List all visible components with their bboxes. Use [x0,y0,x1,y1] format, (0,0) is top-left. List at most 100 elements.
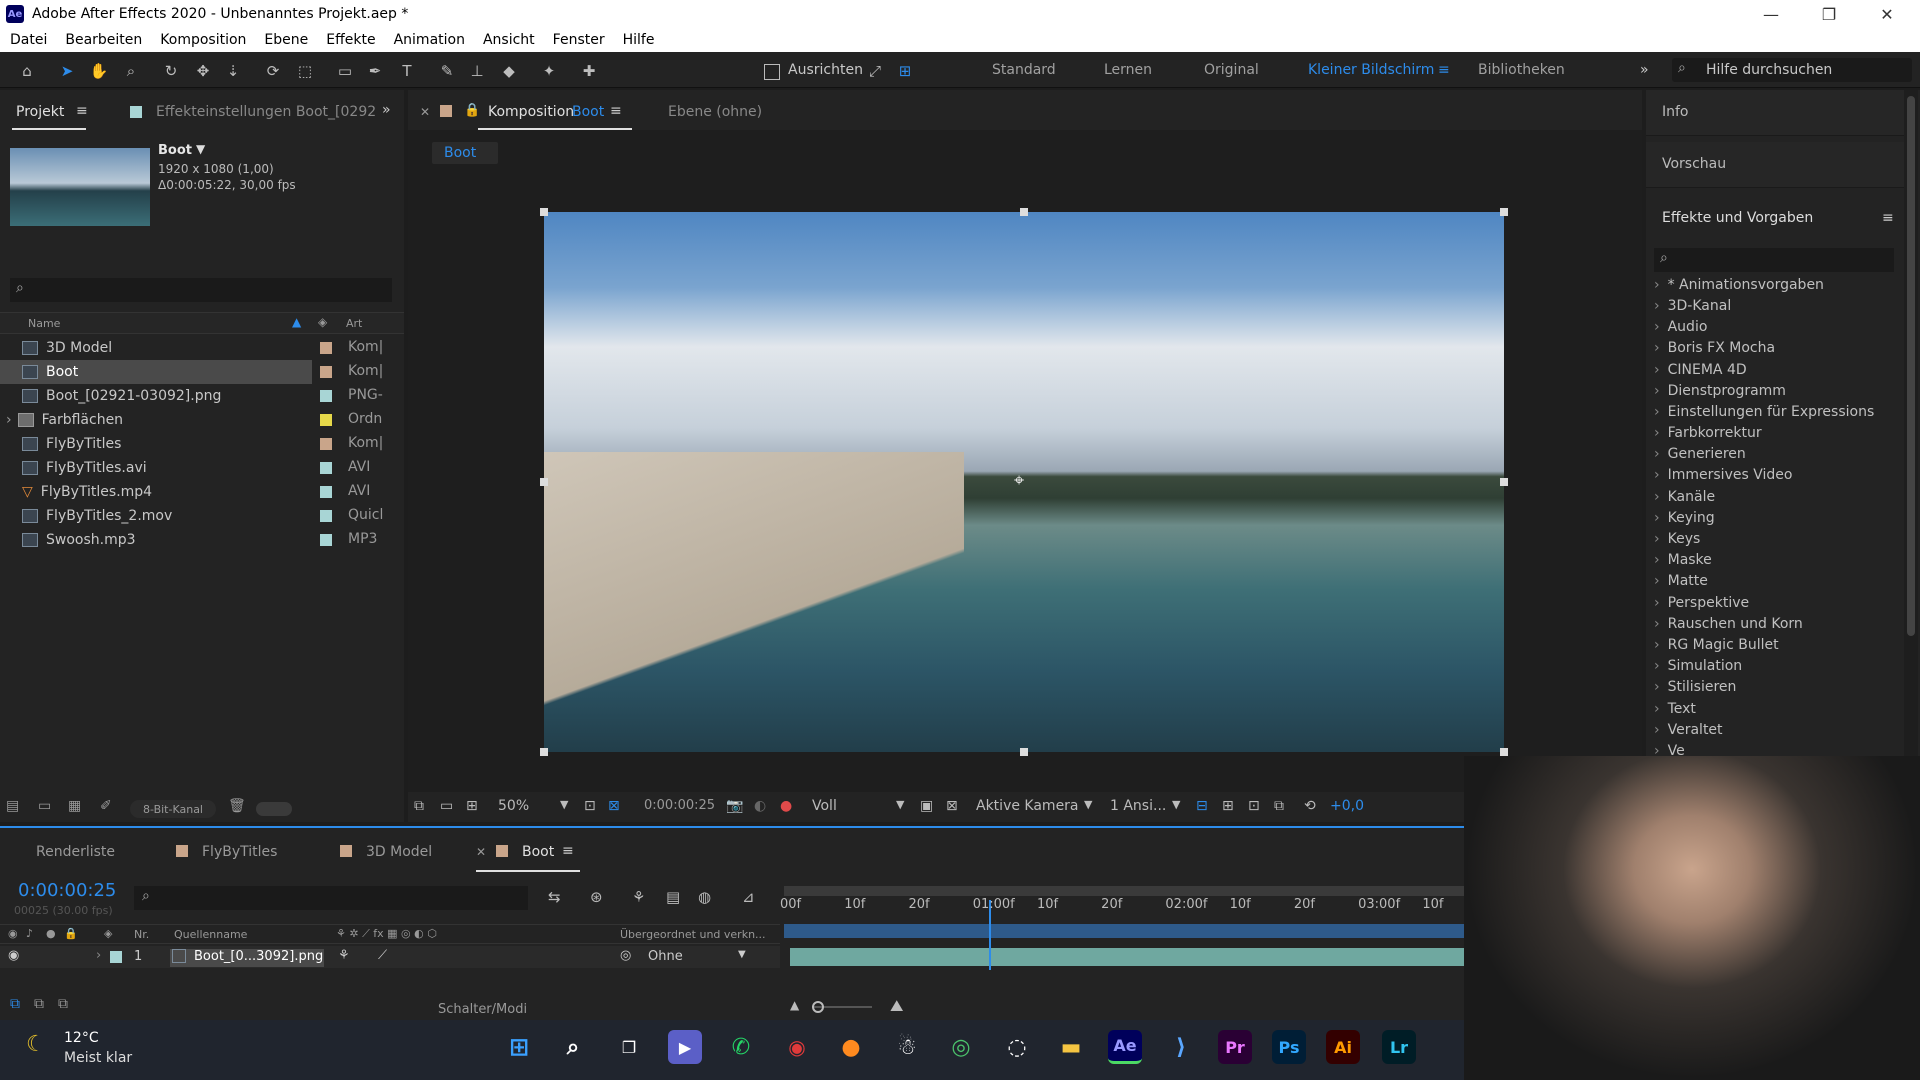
color-channels-icon[interactable]: ● [780,798,792,814]
transform-handle[interactable] [540,748,548,756]
effects-search-input[interactable]: ⌕ [1654,248,1894,272]
close-icon[interactable]: ✕ [1858,0,1916,28]
effect-category[interactable]: Audio [1654,319,1708,335]
list-item[interactable]: FlyByTitles Kom| [0,432,400,456]
menu-ansicht[interactable]: Ansicht [483,32,535,48]
switches-modes-toggle[interactable]: Schalter/Modi [438,1002,527,1017]
effect-category[interactable]: Boris FX Mocha [1654,340,1775,356]
exposure-value[interactable]: +0,0 [1330,798,1364,814]
windows-start-icon[interactable]: ⊞ [502,1030,536,1064]
effect-category[interactable]: Farbkorrektur [1654,425,1762,441]
effect-category[interactable]: Dienstprogramm [1654,383,1786,399]
effect-category[interactable]: Text [1654,701,1696,717]
transform-handle[interactable] [1500,748,1508,756]
trash-icon[interactable]: 🗑 [228,798,246,814]
anchor-point-icon[interactable]: ⌖ [1014,470,1024,491]
monitor-icon[interactable]: ▭ [440,798,453,814]
help-search-field[interactable]: ⌕ Hilfe durchsuchen [1672,58,1912,82]
label-tag-icon[interactable]: ◈ [318,315,327,329]
eye-icon[interactable]: ◉ [8,927,18,940]
eye-icon[interactable]: ◉ [8,948,19,963]
orbit-tool-icon[interactable]: ↻ [160,60,182,82]
graph-editor-icon[interactable]: ⊿ [742,888,755,906]
whatsapp-icon[interactable]: ✆ [724,1030,758,1064]
clone-stamp-icon[interactable]: ⊥ [466,60,488,82]
zoom-slider-thumb[interactable] [812,1001,824,1013]
transform-handle[interactable] [1500,208,1508,216]
menu-bearbeiten[interactable]: Bearbeiten [65,32,142,48]
fit-icon[interactable]: ⊡ [584,798,596,814]
panel-overflow-icon[interactable]: » [382,102,391,118]
chevron-down-icon[interactable]: ▼ [1172,798,1180,811]
mask-visibility-icon[interactable]: ⊠ [946,798,958,814]
more-workspaces-icon[interactable]: » [1640,62,1649,78]
zoom-in-icon[interactable]: ⛰ [890,996,903,1016]
interpret-footage-icon[interactable]: ▤ [6,798,19,814]
vscode-icon[interactable]: ⟩ [1164,1030,1198,1064]
file-explorer-icon[interactable]: ▬ [1054,1030,1088,1064]
timeline-timecode[interactable]: 0:00:00:25 [18,880,116,901]
transform-handle[interactable] [540,208,548,216]
grid-guides-icon[interactable]: ⊞ [466,798,478,814]
parent-select[interactable]: Ohne [648,949,683,964]
pen-tool-icon[interactable]: ✒ [364,60,386,82]
effect-category[interactable]: Perspektive [1654,595,1750,611]
effect-category[interactable]: Veraltet [1654,722,1723,738]
chrome-icon[interactable]: ◎ [944,1030,978,1064]
list-item[interactable]: Boot_[02921-03092].png PNG- [0,384,400,408]
tab-flybytitles[interactable]: FlyByTitles [202,844,277,860]
effect-category[interactable]: Einstellungen für Expressions [1654,404,1875,420]
chevron-down-icon[interactable]: ▼ [560,798,568,811]
effect-category[interactable]: Keys [1654,531,1701,547]
effect-category[interactable]: 3D-Kanal [1654,298,1732,314]
show-snapshot-icon[interactable]: ◐ [754,798,766,814]
close-tab-icon[interactable]: ✕ [420,105,430,119]
scrollbar[interactable] [1904,90,1918,822]
effect-category[interactable]: CINEMA 4D [1654,362,1747,378]
chevron-down-icon[interactable]: ▼ [1084,798,1092,811]
brush-tool-icon[interactable]: ✎ [436,60,458,82]
lock-icon[interactable]: 🔒 [64,927,78,940]
effect-category[interactable]: Immersives Video [1654,467,1793,483]
effect-category[interactable]: Rauschen und Korn [1654,616,1803,632]
obs-icon[interactable]: ◌ [1000,1030,1034,1064]
tab-ebene[interactable]: Ebene (ohne) [668,104,762,120]
sort-ascending-icon[interactable]: ▲ [292,315,301,329]
chevron-down-icon[interactable]: ▼ [196,142,205,156]
snap-options-icon[interactable]: ⤢ [864,60,886,82]
transform-handle[interactable] [540,478,548,486]
layer-switches-icon[interactable]: ⧉ [10,996,20,1012]
fast-draft-icon[interactable]: ⊟ [1196,798,1208,814]
premiere-icon[interactable]: Pr [1218,1030,1252,1064]
column-type[interactable]: Art [346,317,362,330]
workspace-original[interactable]: Original [1204,62,1259,78]
effect-category[interactable]: RG Magic Bullet [1654,637,1779,653]
tab-renderliste[interactable]: Renderliste [36,844,115,860]
anchor-tool-icon[interactable]: ⬚ [294,60,316,82]
effect-category[interactable]: * Animationsvorgaben [1654,277,1824,293]
close-tab-icon[interactable]: ✕ [476,845,486,859]
zoom-select[interactable]: 50% [498,798,529,814]
snap-checkbox[interactable] [764,64,780,80]
column-name[interactable]: Name [28,317,60,330]
effect-category[interactable]: Simulation [1654,658,1743,674]
audio-icon[interactable]: ♪ [26,927,33,940]
after-effects-taskbar-icon[interactable]: Ae [1108,1030,1142,1064]
chevron-down-icon[interactable]: ▼ [896,798,904,811]
comp-mini-flowchart-icon[interactable]: ⇆ [548,888,561,906]
roto-brush-icon[interactable]: ✦ [538,60,560,82]
workspace-bibliotheken[interactable]: Bibliotheken [1478,62,1565,78]
tab-effekteinstellungen[interactable]: Effekteinstellungen Boot_[0292 [156,104,376,120]
bit-depth-button[interactable]: 8-Bit-Kanal [130,800,216,818]
workspace-menu-icon[interactable]: ≡ [1438,62,1450,78]
hand-tool-icon[interactable]: ✋ [88,60,110,82]
transform-handle[interactable] [1020,208,1028,216]
info-panel-header[interactable]: Info [1646,90,1904,136]
label-tag-icon[interactable]: ◈ [104,927,112,940]
weather-description[interactable]: Meist klar [64,1050,132,1066]
menu-animation[interactable]: Animation [394,32,465,48]
rectangle-tool-icon[interactable]: ▭ [334,60,356,82]
home-icon[interactable]: ⌂ [16,60,38,82]
task-view-icon[interactable]: ❐ [612,1030,646,1064]
accessibility-icon[interactable]: ☃ [890,1030,924,1064]
